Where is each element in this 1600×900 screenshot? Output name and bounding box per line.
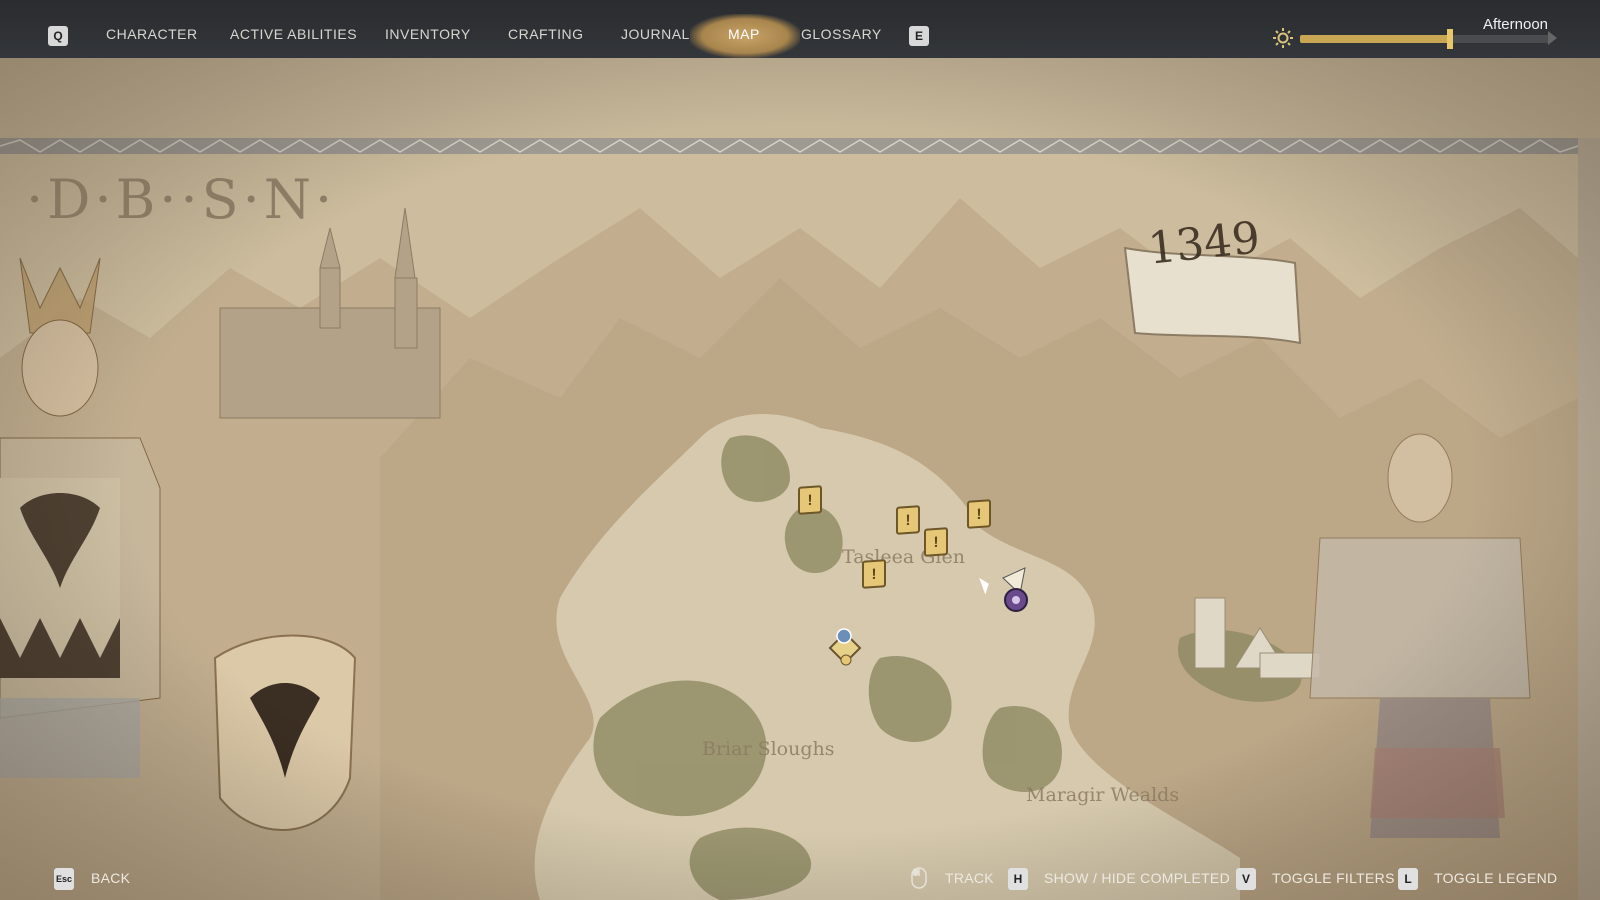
toggle-legend-label[interactable]: TOGGLE LEGEND <box>1434 870 1557 886</box>
time-of-day-label: Afternoon <box>1482 16 1548 33</box>
time-of-day-marker <box>1447 29 1453 49</box>
toggle-legend-key[interactable]: L <box>1398 868 1418 890</box>
prev-tab-key[interactable]: Q <box>48 26 68 46</box>
back-key[interactable]: Esc <box>54 868 74 890</box>
tab-journal[interactable]: JOURNAL <box>621 26 690 42</box>
quest-marker[interactable]: ! <box>924 527 948 557</box>
tab-character[interactable]: CHARACTER <box>106 26 198 42</box>
quest-marker[interactable]: ! <box>798 485 822 515</box>
tab-crafting[interactable]: CRAFTING <box>508 26 584 42</box>
time-of-day-bar <box>1300 29 1550 49</box>
map-corner-letters: ·D·B··S·N· <box>26 168 337 231</box>
time-of-day-fill <box>1300 35 1450 43</box>
toggle-filters-key[interactable]: V <box>1236 868 1256 890</box>
toggle-filters-label[interactable]: TOGGLE FILTERS <box>1272 870 1395 886</box>
show-hide-key[interactable]: H <box>1008 868 1028 890</box>
quest-marker[interactable]: ! <box>967 499 991 529</box>
tab-active-abilities[interactable]: ACTIVE ABILITIES <box>230 26 357 42</box>
world-map[interactable]: ·D·B··S·N· 1349 Tasleea Glen Briar Sloug… <box>0 58 1600 900</box>
track-label[interactable]: TRACK <box>945 870 994 886</box>
sun-icon <box>1273 28 1293 48</box>
back-label[interactable]: BACK <box>91 870 130 886</box>
time-bar-end-arrow <box>1548 31 1557 45</box>
mouse-icon <box>911 867 927 889</box>
region-label-maragir-wealds[interactable]: Maragir Wealds <box>1026 784 1179 806</box>
top-navigation-bar: Q CHARACTER ACTIVE ABILITIES INVENTORY C… <box>0 0 1600 58</box>
show-hide-completed-label[interactable]: SHOW / HIDE COMPLETED <box>1044 870 1230 886</box>
tab-glossary[interactable]: GLOSSARY <box>801 26 882 42</box>
tab-map[interactable]: MAP <box>728 26 760 42</box>
quest-marker[interactable]: ! <box>862 559 886 589</box>
region-label-briar-sloughs[interactable]: Briar Sloughs <box>702 738 835 760</box>
quest-marker[interactable]: ! <box>896 505 920 535</box>
tab-inventory[interactable]: INVENTORY <box>385 26 471 42</box>
next-tab-key[interactable]: E <box>909 26 929 46</box>
control-hints-bar: Esc BACK TRACK H SHOW / HIDE COMPLETED V… <box>0 840 1600 900</box>
